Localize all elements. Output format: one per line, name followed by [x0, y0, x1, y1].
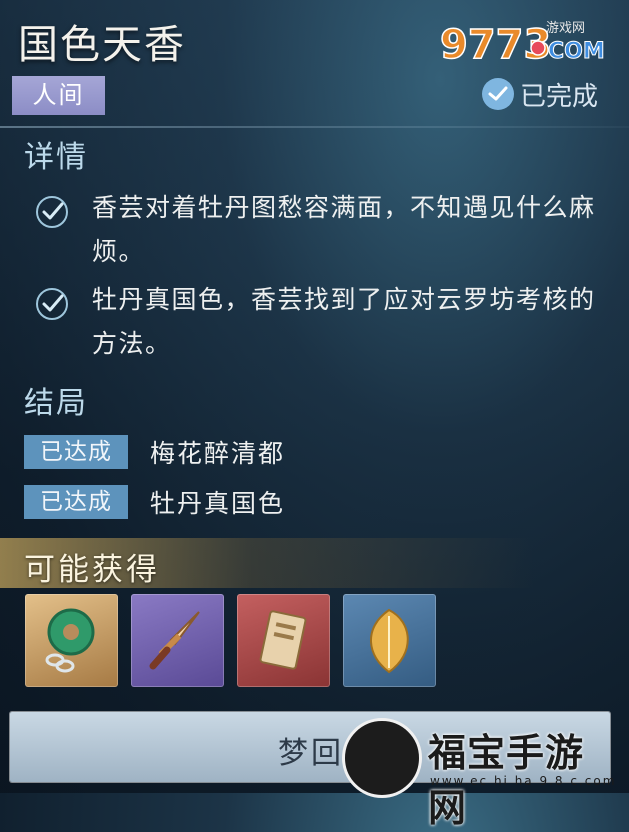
reward-item[interactable]	[25, 594, 118, 687]
detail-item: 香芸对着牡丹图愁容满面，不知遇见什么麻烦。	[34, 186, 614, 274]
golden-leaf-icon	[370, 608, 409, 674]
header-divider	[0, 126, 629, 128]
rewards-header: 可能获得	[0, 538, 629, 588]
endings-heading: 结局	[24, 386, 88, 421]
dagger-icon	[149, 611, 200, 670]
realm-tag: 人间	[12, 76, 105, 115]
reward-item[interactable]	[131, 594, 224, 687]
logo-sub: 游戏网	[546, 21, 585, 36]
page-title: 国色天香	[18, 22, 186, 68]
detail-text: 牡丹真国色，香芸找到了应对云罗坊考核的方法。	[92, 285, 596, 358]
ending-row[interactable]: 已达成 牡丹真国色	[24, 484, 285, 520]
dream-return-label: 梦回	[278, 736, 344, 771]
check-icon	[36, 196, 68, 228]
status-label: 已完成	[520, 81, 599, 112]
rewards-heading: 可能获得	[24, 552, 160, 588]
completed-check-icon	[482, 78, 514, 110]
detail-text: 香芸对着牡丹图愁容满面，不知遇见什么麻烦。	[92, 193, 596, 266]
scroll-token-icon	[259, 610, 307, 670]
logo-com: COM	[548, 39, 605, 64]
watermark: 福宝手游网 www.ec hi ha 9.8 c.com	[342, 718, 622, 830]
reward-item[interactable]	[237, 594, 330, 687]
ending-name: 牡丹真国色	[150, 489, 286, 518]
detail-item: 牡丹真国色，香芸找到了应对云罗坊考核的方法。	[34, 278, 614, 366]
check-icon	[36, 288, 68, 320]
ending-achieved-badge: 已达成	[24, 485, 128, 519]
completion-status: 已完成	[482, 76, 598, 112]
watermark-url: www.ec hi ha 9.8 c.com	[430, 774, 617, 788]
details-heading: 详情	[24, 140, 88, 175]
ending-name: 梅花醉清都	[150, 439, 286, 468]
watermark-logo-icon	[342, 718, 422, 798]
reward-item[interactable]	[343, 594, 436, 687]
ending-row[interactable]: 已达成 梅花醉清都	[24, 434, 285, 470]
ending-achieved-badge: 已达成	[24, 435, 128, 469]
site-logo: 9773 游戏网 COM	[439, 14, 610, 70]
jade-pendant-icon	[45, 608, 95, 673]
